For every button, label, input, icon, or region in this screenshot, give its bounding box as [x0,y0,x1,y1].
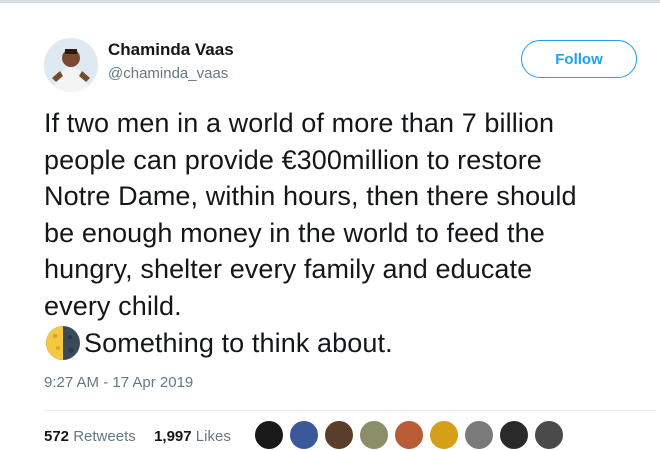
retweet-count[interactable]: 572 [44,428,69,445]
retweet-label[interactable]: Retweets [73,428,136,445]
like-label[interactable]: Likes [196,428,231,445]
author-display-name[interactable]: Chaminda Vaas [108,40,234,60]
tweet-text-last-line: Something to think about. [44,324,656,362]
liker-avatar[interactable] [324,420,354,450]
author-avatar-image [44,38,98,92]
liker-avatar[interactable] [394,420,424,450]
follow-button[interactable]: Follow [521,40,637,78]
liker-avatars[interactable] [254,420,569,450]
top-divider [0,0,660,3]
tweet-text-line: be enough money in the world to feed the [44,217,545,248]
tweet-stats: 572 Retweets 1,997 Likes [44,428,231,445]
liker-avatar[interactable] [429,420,459,450]
liker-avatar[interactable] [464,420,494,450]
tweet-text: If two men in a world of more than 7 bil… [44,105,656,362]
tweet-text-line: people can provide €300million to restor… [44,144,542,175]
liker-avatar[interactable] [499,420,529,450]
author-handle[interactable]: @chaminda_vaas [108,65,228,82]
tweet-text-line: Notre Dame, within hours, then there sho… [44,181,577,211]
author-avatar[interactable] [44,38,98,92]
tweet-text-line: hungry, shelter every family and educate [44,254,533,284]
like-count[interactable]: 1,997 [154,428,192,445]
tweet-text-line: every child. [44,290,182,321]
liker-avatar[interactable] [289,420,319,450]
liker-avatar[interactable] [254,420,284,450]
liker-avatar[interactable] [359,420,389,450]
stats-divider [44,410,656,411]
tweet-text-line: Something to think about. [84,327,393,358]
last-quarter-moon-icon [46,326,80,360]
liker-avatar[interactable] [534,420,564,450]
tweet-timestamp[interactable]: 9:27 AM - 17 Apr 2019 [44,374,193,391]
tweet-text-line: If two men in a world of more than 7 bil… [44,108,555,138]
